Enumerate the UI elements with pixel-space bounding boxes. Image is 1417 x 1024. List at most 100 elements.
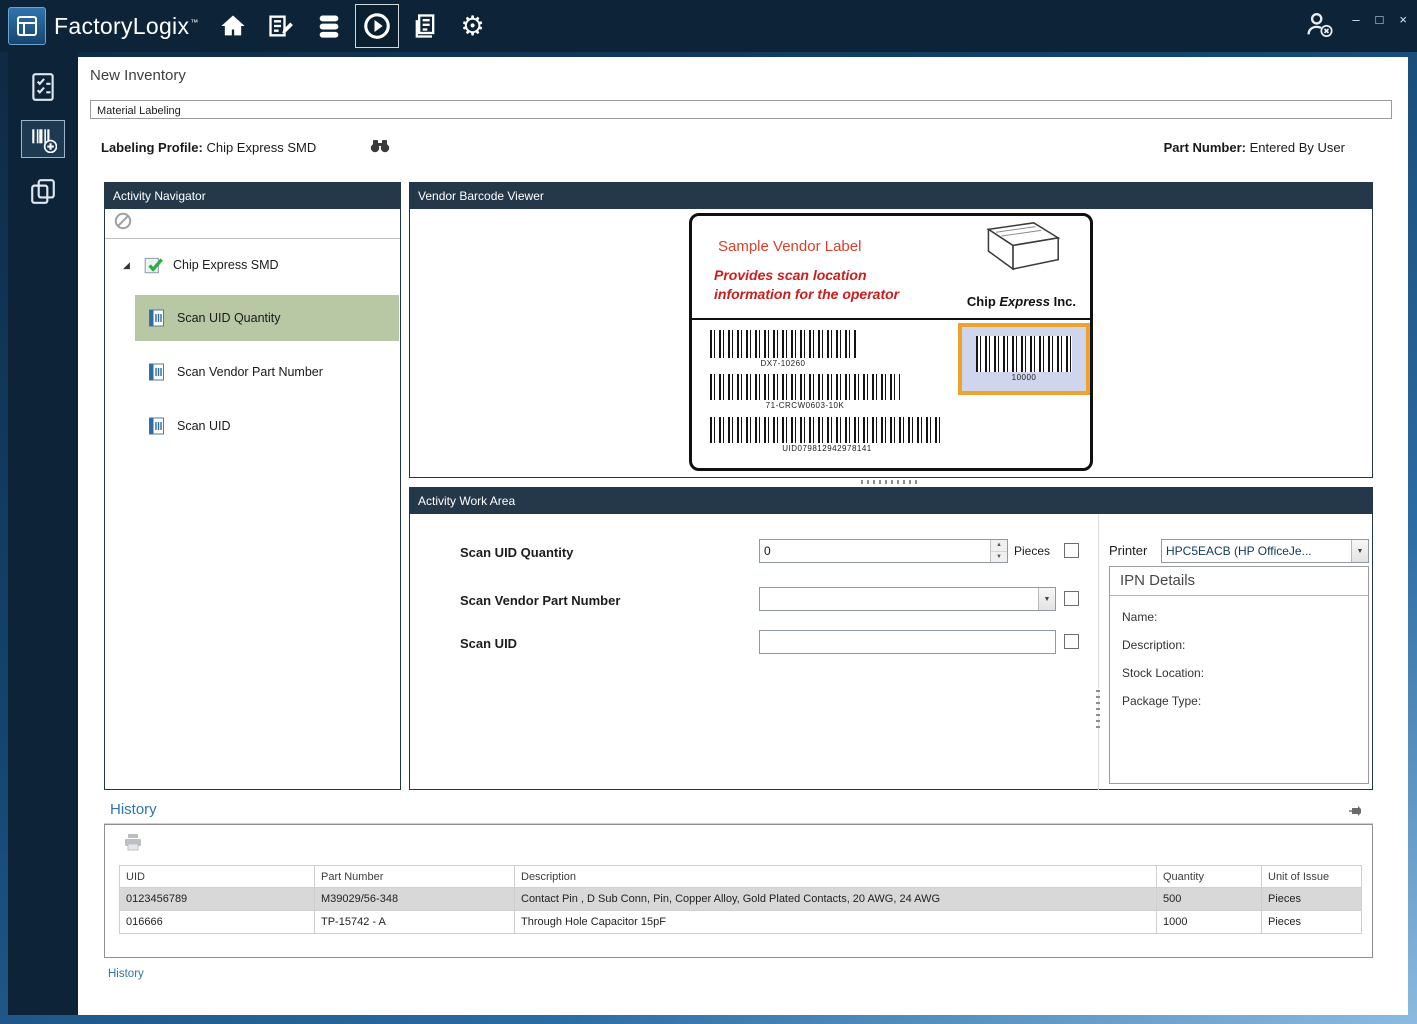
window-controls: – □ × (1352, 13, 1407, 26)
column-header-unit-of-issue[interactable]: Unit of Issue (1262, 866, 1362, 888)
activity-tree: ◢ Chip Express SMD Scan UID Quantity Sca… (105, 239, 400, 788)
activity-doc-icon (147, 416, 166, 436)
scan-vendor-part-number-combo[interactable]: ▼ (759, 587, 1056, 611)
vertical-splitter-handle[interactable] (1096, 690, 1100, 728)
scan-location-note-line2: information for the operator (714, 285, 899, 304)
combo-arrow-glyph: ▼ (1357, 548, 1364, 555)
history-panel: UID Part Number Description Quantity Uni… (104, 824, 1373, 958)
scan-uid-quantity-input[interactable] (760, 540, 990, 562)
barcode-image (710, 417, 944, 443)
cell-uid: 016666 (120, 911, 315, 934)
combo-dropdown-icon[interactable]: ▼ (1038, 588, 1055, 610)
materials-icon[interactable] (307, 4, 351, 48)
planning-icon[interactable] (259, 4, 303, 48)
home-icon[interactable] (211, 4, 255, 48)
scan-uid-quantity-field: ▲ ▼ (759, 539, 1008, 563)
reports-icon[interactable] (403, 4, 447, 48)
maximize-button[interactable]: □ (1376, 13, 1384, 26)
chip-package-drawing (960, 220, 1064, 291)
page-title: New Inventory (90, 67, 186, 84)
scan-location-note: Provides scan location information for t… (714, 266, 899, 304)
history-table: UID Part Number Description Quantity Uni… (119, 865, 1362, 934)
operations-icon[interactable] (355, 4, 399, 48)
sidebar-item-checklist[interactable] (21, 68, 65, 106)
labeling-profile-value: Chip Express SMD (203, 140, 316, 155)
navigator-toolbar (105, 209, 400, 239)
column-header-description[interactable]: Description (515, 866, 1157, 888)
tree-item-scan-vendor-part-number[interactable]: Scan Vendor Part Number (135, 349, 399, 395)
barcode-dx7-10260: DX7-10260 (710, 330, 856, 368)
cell-uid: 0123456789 (120, 888, 315, 911)
printer-label: Printer (1109, 543, 1147, 558)
scan-vendor-part-number-checkbox[interactable] (1064, 591, 1079, 606)
history-link[interactable]: History (108, 968, 144, 980)
sidebar-item-new-inventory[interactable] (21, 120, 65, 158)
company-part: Chip (967, 294, 1000, 309)
scan-location-note-line1: Provides scan location (714, 266, 899, 285)
activity-navigator-panel: Activity Navigator ◢ Chip Express SMD Sc… (104, 182, 401, 790)
history-header: History (104, 798, 1373, 824)
app-window: FactoryLogix™ ⚙ (0, 0, 1417, 1024)
history-title: History (110, 801, 157, 818)
horizontal-splitter-handle[interactable] (861, 480, 921, 484)
printer-select[interactable]: HPC5EACB (HP OfficeJe... ▼ (1161, 539, 1369, 563)
combo-arrow-glyph: ▼ (1044, 596, 1051, 603)
close-button[interactable]: × (1399, 13, 1407, 26)
barcode-image (710, 374, 900, 400)
cell-part-number: M39029/56-348 (315, 888, 515, 911)
pin-icon[interactable] (1349, 804, 1363, 823)
scan-vendor-part-number-input[interactable] (760, 588, 1038, 610)
cell-description: Through Hole Capacitor 15pF (515, 911, 1157, 934)
barcode-caption: DX7-10260 (710, 359, 856, 368)
stepper-up-icon[interactable]: ▲ (991, 540, 1007, 552)
barcode-caption: 10000 (962, 373, 1086, 382)
activity-doc-icon (147, 308, 166, 328)
cell-quantity: 500 (1157, 888, 1262, 911)
table-row[interactable]: 016666 TP-15742 - A Through Hole Capacit… (120, 911, 1362, 934)
scan-uid-checkbox[interactable] (1064, 634, 1079, 649)
tree-item-scan-uid-quantity[interactable]: Scan UID Quantity (135, 295, 399, 341)
column-header-uid[interactable]: UID (120, 866, 315, 888)
titlebar: FactoryLogix™ ⚙ (0, 0, 1417, 52)
sidebar-item-copy[interactable] (21, 172, 65, 210)
sample-vendor-label-heading: Sample Vendor Label (718, 238, 861, 255)
stepper-down-icon[interactable]: ▼ (991, 552, 1007, 563)
app-logo-icon (8, 7, 46, 45)
scan-uid-label: Scan UID (460, 636, 517, 651)
column-header-part-number[interactable]: Part Number (315, 866, 515, 888)
labeling-profile-label: Labeling Profile: (101, 140, 203, 155)
column-header-quantity[interactable]: Quantity (1157, 866, 1262, 888)
activity-navigator-header: Activity Navigator (105, 183, 400, 209)
ipn-details-title: IPN Details (1110, 567, 1368, 596)
settings-gear-icon[interactable]: ⚙ (451, 4, 495, 48)
cell-unit-of-issue: Pieces (1262, 888, 1362, 911)
tree-item-scan-uid[interactable]: Scan UID (135, 403, 399, 449)
scan-uid-input[interactable] (760, 631, 1055, 653)
history-toolbar (105, 825, 1372, 865)
tree-item-label: Scan Vendor Part Number (177, 365, 323, 379)
trademark: ™ (190, 18, 198, 27)
user-logout-icon[interactable] (1304, 10, 1334, 43)
barcode-uid: UID079812942978141 (710, 417, 944, 453)
vendor-barcode-viewer-panel: Vendor Barcode Viewer Sample Vendor Labe… (409, 182, 1373, 478)
tree-item-label: Scan UID (177, 419, 231, 433)
print-history-icon[interactable] (123, 833, 143, 857)
vertical-splitter-line (1098, 514, 1099, 790)
table-row[interactable]: 0123456789 M39029/56-348 Contact Pin , D… (120, 888, 1362, 911)
tree-expander-icon[interactable]: ◢ (123, 260, 130, 271)
cell-unit-of-issue: Pieces (1262, 911, 1362, 934)
scan-uid-quantity-checkbox[interactable] (1064, 543, 1079, 558)
vendor-label-top-section: Sample Vendor Label Provides scan locati… (692, 216, 1090, 320)
activity-work-area-body: Scan UID Quantity ▲ ▼ Pieces Scan Vendor… (410, 514, 1372, 790)
cancel-activity-icon[interactable] (114, 212, 132, 235)
part-number-row: Part Number: Entered By User (1164, 140, 1345, 155)
tree-item-label: Scan UID Quantity (177, 311, 281, 325)
minimize-button[interactable]: – (1352, 13, 1359, 26)
highlighted-scan-target-barcode: 10000 (958, 323, 1090, 395)
ipn-stock-location-label: Stock Location: (1122, 666, 1356, 680)
binoculars-icon[interactable] (369, 138, 391, 156)
printer-dropdown-icon[interactable]: ▼ (1351, 540, 1368, 562)
tab-material-labeling[interactable]: Material Labeling (90, 100, 1392, 119)
tree-root-chip-express-smd[interactable]: ◢ Chip Express SMD (105, 247, 400, 283)
barcode-caption: 71-CRCW0603-10K (710, 401, 900, 410)
